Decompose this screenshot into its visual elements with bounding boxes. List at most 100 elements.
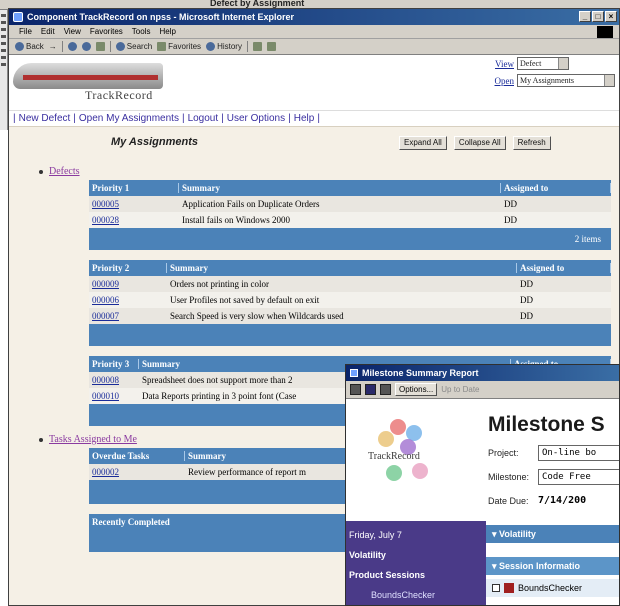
- options-button[interactable]: Options...: [395, 383, 438, 396]
- background-window-title: Defect by Assignment: [210, 0, 305, 8]
- defect-id-link[interactable]: 000005: [89, 199, 179, 209]
- trackrecord-logo-icon: TrackRecord: [360, 413, 470, 493]
- table-row: 000005 Application Fails on Duplicate Or…: [89, 196, 611, 212]
- session-info-header[interactable]: ▾ Session Informatio: [486, 557, 619, 575]
- table-footer: [89, 324, 611, 346]
- nav-help[interactable]: Help: [294, 113, 315, 124]
- menu-favorites[interactable]: Favorites: [90, 27, 123, 36]
- minimize-button[interactable]: _: [579, 11, 591, 22]
- history-button[interactable]: History: [206, 42, 242, 51]
- favorites-icon: [157, 42, 167, 51]
- menu-file[interactable]: File: [19, 27, 32, 36]
- due-date-value: 7/14/200: [538, 495, 587, 506]
- nav-logout[interactable]: Logout: [188, 113, 219, 124]
- view-link[interactable]: View: [495, 59, 514, 69]
- print-button[interactable]: [266, 42, 276, 51]
- maximize-button[interactable]: □: [592, 11, 604, 22]
- stop-button[interactable]: [67, 42, 77, 51]
- volatility-header[interactable]: ▾ Volatility: [486, 525, 619, 543]
- milestone-input[interactable]: Code Free: [538, 469, 619, 485]
- dropdown-arrow-icon: [558, 58, 568, 69]
- milestone-window-title: Milestone Summary Report: [362, 368, 479, 378]
- expand-all-button[interactable]: Expand All: [399, 136, 447, 150]
- table-row: 000028 Install fails on Windows 2000 DD: [89, 212, 611, 228]
- milestone-heading: Milestone S: [488, 413, 605, 436]
- milestone-sidebar: Friday, July 7 Volatility Product Sessio…: [346, 521, 486, 605]
- menu-view[interactable]: View: [64, 27, 81, 36]
- close-button[interactable]: ×: [605, 11, 617, 22]
- page-header: TrackRecord View Defect Open My Assignme…: [9, 55, 619, 110]
- milestone-titlebar[interactable]: Milestone Summary Report: [346, 365, 619, 381]
- logo-text: TrackRecord: [85, 88, 153, 102]
- boundschecker-row[interactable]: BoundsChecker: [486, 579, 619, 597]
- dropdown-arrow-icon: [604, 75, 614, 86]
- windows-logo-icon: [597, 26, 613, 38]
- stop-icon: [67, 42, 77, 51]
- project-input[interactable]: On-line bo: [538, 445, 619, 461]
- task-id-link[interactable]: 000002: [89, 467, 185, 477]
- defect-id-link[interactable]: 000008: [89, 375, 139, 385]
- grid-icon: [504, 583, 514, 593]
- view-open-controls: View Defect Open My Assignments: [485, 57, 615, 91]
- print-icon[interactable]: [350, 384, 361, 395]
- menu-edit[interactable]: Edit: [41, 27, 55, 36]
- print-icon: [266, 42, 276, 51]
- favorites-button[interactable]: Favorites: [157, 42, 201, 51]
- menu-tools[interactable]: Tools: [132, 27, 151, 36]
- browser-toolbar: Back → Search Favorites History: [9, 39, 619, 55]
- refresh-button[interactable]: [81, 42, 91, 51]
- collapse-all-button[interactable]: Collapse All: [453, 136, 506, 150]
- open-link[interactable]: Open: [495, 76, 515, 86]
- sidebar-date: Friday, July 7: [349, 530, 402, 540]
- defect-id-link[interactable]: 000028: [89, 215, 179, 225]
- table-footer: 2 items: [89, 228, 611, 250]
- nav-open-my-assignments[interactable]: Open My Assignments: [79, 113, 179, 124]
- defect-id-link[interactable]: 000009: [89, 279, 167, 289]
- refresh-page-button[interactable]: Refresh: [512, 136, 551, 150]
- defects-link[interactable]: Defects: [49, 166, 80, 177]
- priority-1-table: Priority 1 Summary Assigned to 000005 Ap…: [89, 180, 611, 250]
- home-button[interactable]: [95, 42, 105, 51]
- window-controls: _ □ ×: [579, 11, 617, 22]
- screenshot: Defect by Assignment Component TrackReco…: [0, 0, 620, 606]
- browser-title: Component TrackRecord on npss - Microsof…: [27, 12, 295, 22]
- up-to-date-button[interactable]: Up to Date: [441, 385, 479, 394]
- mail-icon: [252, 42, 262, 51]
- forward-button[interactable]: →: [49, 42, 57, 51]
- refresh-icon: [81, 42, 91, 51]
- menu-help[interactable]: Help: [159, 27, 175, 36]
- table-row: 000009 Orders not printing in color DD: [89, 276, 611, 292]
- project-field: Project: On-line bo: [488, 445, 619, 461]
- sidebar-item-boundschecker[interactable]: BoundsChecker: [349, 585, 483, 605]
- nav-user-options[interactable]: User Options: [227, 113, 285, 124]
- milestone-toolbar: Options... Up to Date: [346, 381, 619, 399]
- search-button[interactable]: Search: [115, 42, 152, 51]
- priority-2-table: Priority 2 Summary Assigned to 000009 Or…: [89, 260, 611, 346]
- defect-id-link[interactable]: 000010: [89, 391, 139, 401]
- milestone-report-window: Milestone Summary Report Options... Up t…: [345, 364, 620, 606]
- trackrecord-logo: TrackRecord: [13, 57, 203, 107]
- background-window-strip: [0, 10, 8, 130]
- due-date-field: Date Due: 7/14/200: [488, 495, 587, 506]
- view-select[interactable]: Defect: [517, 57, 569, 70]
- checkbox-icon[interactable]: [492, 584, 500, 592]
- browser-titlebar[interactable]: Component TrackRecord on npss - Microsof…: [9, 9, 619, 25]
- milestone-logo-text: TrackRecord: [368, 451, 420, 462]
- mail-button[interactable]: [252, 42, 262, 51]
- save-icon[interactable]: [365, 384, 376, 395]
- defect-id-link[interactable]: 000007: [89, 311, 167, 321]
- nav-new-defect[interactable]: New Defect: [19, 113, 71, 124]
- menu-bar: File Edit View Favorites Tools Help: [9, 25, 619, 39]
- back-button[interactable]: Back: [15, 42, 44, 51]
- printer-icon[interactable]: [380, 384, 391, 395]
- open-select[interactable]: My Assignments: [517, 74, 615, 87]
- sidebar-item-product-sessions[interactable]: Product Sessions: [349, 565, 483, 585]
- defect-id-link[interactable]: 000006: [89, 295, 167, 305]
- sidebar-item-volatility[interactable]: Volatility: [349, 545, 483, 565]
- milestone-field: Milestone: Code Free: [488, 469, 619, 485]
- table-header: Priority 2 Summary Assigned to: [89, 260, 611, 276]
- tasks-link[interactable]: Tasks Assigned to Me: [49, 434, 137, 445]
- home-icon: [95, 42, 105, 51]
- page-title: My Assignments: [111, 136, 199, 148]
- search-icon: [115, 42, 125, 51]
